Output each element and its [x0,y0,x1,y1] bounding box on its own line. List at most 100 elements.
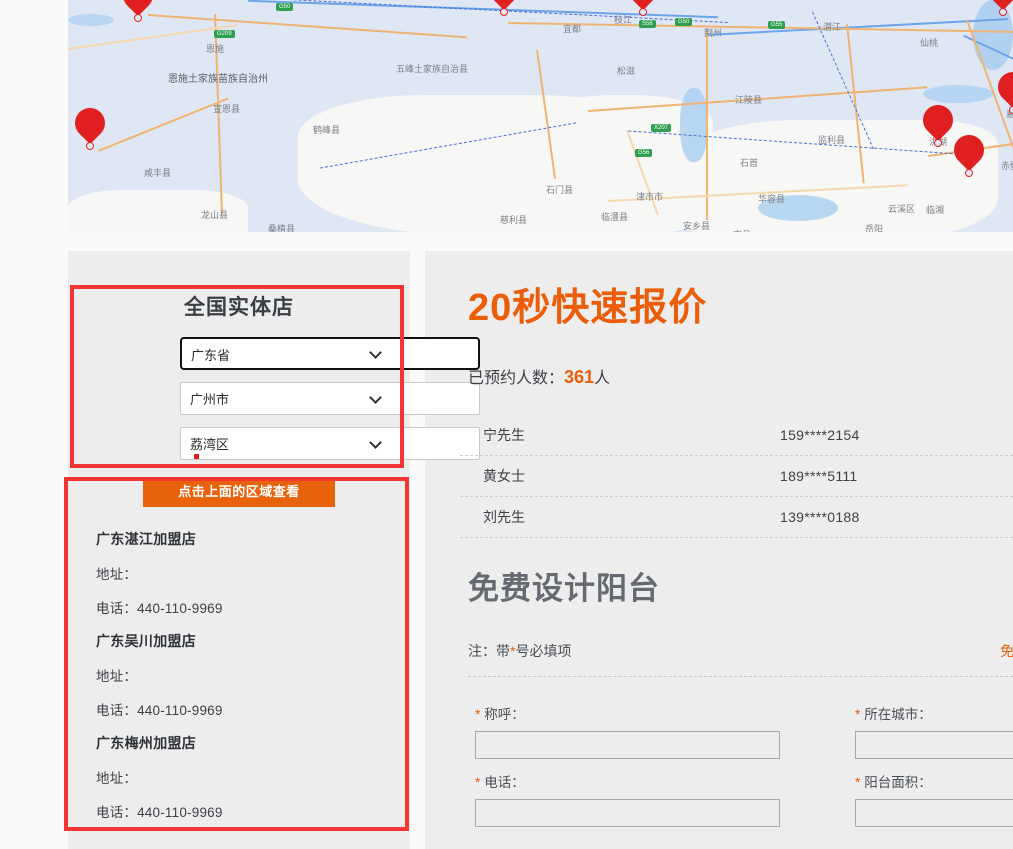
map-place-label: 安乡县 [683,221,711,231]
quote-form-panel [425,251,1013,849]
map-marker[interactable] [116,0,160,22]
map-marker[interactable] [482,0,526,16]
store-address: 地址： [96,567,138,582]
route-shield: G55 [768,21,786,29]
map-canvas[interactable]: G50 G209 G50 S58 G55 X207 G56 恩施 恩施土家族苗族… [68,0,1013,232]
list-item[interactable]: 广东梅州加盟店 地址： 电话：440-110-9969 [96,733,396,821]
table-row: 宁先生 159****2154 [460,415,1013,456]
route-shield: S58 [639,20,656,28]
route-shield: G209 [214,30,235,38]
map-pin-icon [947,128,991,172]
marker-hole-icon [639,8,647,16]
marker-hole-icon [134,14,142,22]
store-name: 广东湛江加盟店 [96,531,197,547]
table-row: 刘先生 139****0188 [460,497,1013,538]
map-marker[interactable] [916,98,960,147]
field-area: * 阳台面积： [855,771,1013,827]
map-place-label: 潜江 [823,22,842,32]
store-map[interactable]: G50 G209 G50 S58 G55 X207 G56 恩施 恩施土家族苗族… [68,0,1013,232]
view-area-button[interactable]: 点击上面的区域查看 [143,477,335,507]
area-input[interactable] [855,799,1013,827]
free-design-link[interactable]: 免费设计 [1000,641,1013,661]
booking-name: 刘先生 [483,509,525,525]
map-place-label: 龙山县 [201,210,229,220]
marker-hole-icon [999,8,1007,16]
marker-hole-icon [934,139,942,147]
note-prefix: 注：带 [468,643,510,659]
booked-prefix: 已预约人数： [468,370,565,387]
booking-phone: 189****5111 [780,468,858,484]
name-input[interactable] [475,731,780,759]
field-area-label: * 阳台面积： [855,771,1013,791]
required-star: * [475,707,481,722]
label-text: 称呼： [484,707,525,722]
map-place-label: 恩施土家族苗族自治州 [168,74,268,85]
required-star: * [475,775,481,790]
map-place-label: 南县 [733,228,751,232]
map-place-label: 津市市 [636,192,664,202]
district-select-wrap[interactable]: 荔湾区 [90,427,480,460]
map-place-label: 慈利县 [500,215,528,225]
map-place-label: 江陵县 [735,95,763,105]
booked-count-line: 已预约人数：361人 [468,364,610,388]
map-place-label: 五峰土家族自治县 [396,64,469,74]
map-place-label: 仙桃 [920,38,939,48]
list-item[interactable]: 广东湛江加盟店 地址： 电话：440-110-9969 [96,529,396,617]
city-select-wrap[interactable]: 广州市 [90,382,480,415]
store-address: 地址： [96,771,138,786]
province-select[interactable]: 广东省 [180,337,480,370]
required-star: * [855,775,861,790]
district-select[interactable]: 荔湾区 [180,427,480,460]
booking-table: 宁先生 159****2154 黄女士 189****5111 刘先生 139*… [460,415,1013,538]
quote-title: 20秒快速报价 [468,287,708,329]
field-phone-label: * 电话： [475,771,780,791]
required-star: * [855,707,861,722]
store-address: 地址： [96,669,138,684]
form-required-note: 注：带*号必填项 [468,641,571,661]
map-place-label: 宣恩县 [213,104,241,114]
route-shield: G50 [675,18,693,26]
form-divider [468,676,1013,677]
map-place-label: 石首 [740,158,759,168]
province-select-wrap[interactable]: 广东省 [90,337,480,370]
form-title: 免费设计阳台 [468,571,660,606]
field-city-label: * 所在城市： [855,703,1013,723]
map-marker[interactable] [68,101,112,150]
map-marker[interactable] [621,0,665,16]
map-place-label: 松滋 [617,66,636,76]
field-city: * 所在城市： [855,703,1013,759]
map-place-label: 云溪区 [888,204,916,214]
map-marker[interactable] [991,65,1013,114]
marker-hole-icon [965,169,973,177]
map-pin-icon [68,101,112,145]
route-shield: G50 [276,3,294,11]
route-shield: X207 [651,124,672,132]
locator-title: 全国实体店 [184,296,294,319]
map-place-label: 荆州 [704,28,723,38]
list-item[interactable]: 广东吴川加盟店 地址： 电话：440-110-9969 [96,631,396,719]
store-phone: 电话：440-110-9969 [96,703,223,718]
route-shield: G56 [635,149,653,157]
table-row: 黄女士 189****5111 [460,456,1013,497]
map-place-label: 桑植县 [268,224,296,232]
note-suffix: 号必填项 [515,643,572,659]
map-place-label: 岳阳 [865,224,884,232]
store-list: 广东湛江加盟店 地址： 电话：440-110-9969 广东吴川加盟店 地址： … [96,525,396,835]
map-water-body [68,14,114,26]
map-place-label: 恩施 [206,44,225,54]
cursor-marker-dot [194,454,199,459]
marker-hole-icon [86,142,94,150]
map-marker[interactable] [947,128,991,177]
map-marker[interactable] [981,0,1013,16]
phone-input[interactable] [475,799,780,827]
map-place-label: 监利县 [818,135,846,145]
booking-phone: 139****0188 [780,509,860,525]
map-place-label: 石门县 [546,185,574,195]
booking-name: 黄女士 [483,468,525,484]
map-water-body [680,88,708,162]
map-water-body [923,85,993,103]
map-place-label: 鹤峰县 [313,125,341,135]
city-select[interactable]: 广州市 [180,382,480,415]
map-place-label: 咸丰县 [144,168,172,178]
city-input[interactable] [855,731,1013,759]
